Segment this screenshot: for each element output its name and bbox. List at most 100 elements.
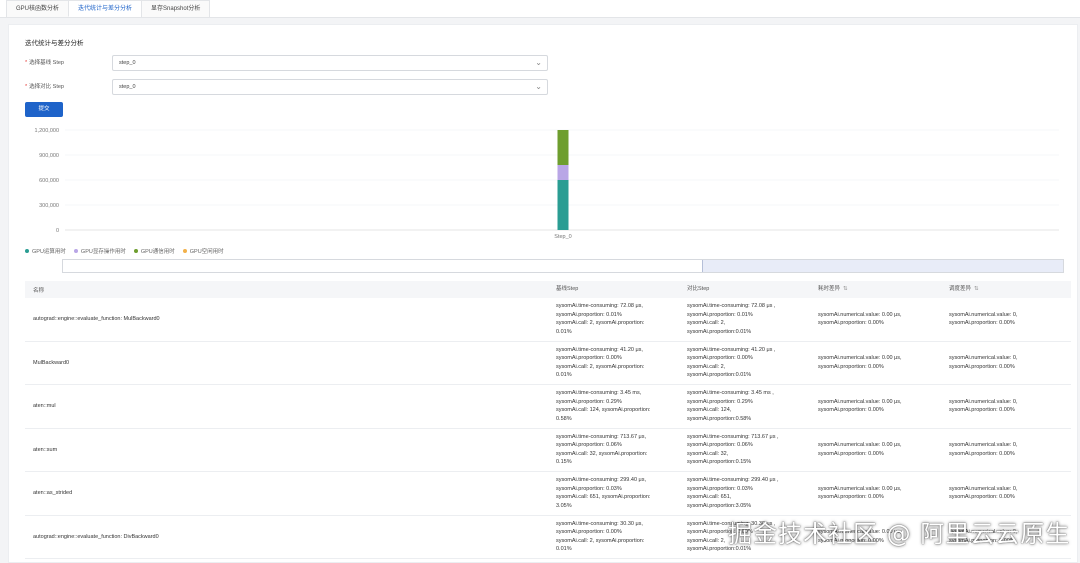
cell-time-diff: sysomAi.numerical.value: 0.00 μs, sysomAi… (810, 441, 941, 458)
cell-baseline-line: sysomAi.call: 32, sysomAi.proportion: (556, 450, 648, 457)
cell-compare-line: sysomAi.proportion: 0.06% (687, 442, 753, 449)
cell-time-diff: sysomAi.numerical.value: 0.00 μs, sysomAi… (810, 354, 941, 371)
legend-dot-icon (73, 249, 78, 253)
bar-segment-2 (557, 165, 569, 180)
cell-compare-line: sysomAi.call: 2, (687, 320, 726, 327)
cell-baseline-line: sysomAi.call: 2, sysomAi.proportion: (556, 363, 645, 370)
chart-legend: GPU运算用时 GPU显存操作用时 GPU通信用时 GPU空闲用时 (25, 247, 224, 255)
cell-baseline-line: 0.01% (556, 328, 572, 335)
cell-compare-line: sysomAi.proportion: 0.00% (687, 355, 753, 362)
cell-baseline-line: sysomAi.time-consuming: 72.08 μs, (556, 303, 643, 310)
cell-baseline-line: 3.05% (556, 502, 572, 509)
cell-time-diff-line: sysomAi.numerical.value: 0.00 μs, (818, 311, 902, 318)
cell-compare-line: sysomAi.proportion: 0.01% (687, 311, 753, 318)
cell-compare: sysomAi.time-consuming: 3.45 ms , sysomAi… (679, 389, 810, 423)
cell-time-diff-line: sysomAi.numerical.value: 0.00 μs, (818, 398, 902, 405)
cell-schedule-diff-line: sysomAi.numerical.value: 0, (949, 311, 1018, 318)
cell-compare: sysomAi.time-consuming: 72.08 μs , sysomA… (679, 302, 810, 336)
cell-compare-line: sysomAi.proportion:0.01% (687, 328, 752, 335)
cell-time-diff-line: sysomAi.proportion: 0.00% (818, 494, 884, 501)
legend-item[interactable]: GPU空闲用时 (182, 247, 224, 255)
x-tick-label: Step_0 (554, 234, 571, 240)
cell-schedule-diff-line: sysomAi.proportion: 0.00% (949, 320, 1015, 327)
cell-baseline-line: sysomAi.time-consuming: 41.20 μs, (556, 346, 643, 353)
cell-compare-line: sysomAi.time-consuming: 299.40 μs , (687, 477, 779, 484)
sort-icon[interactable]: ⇅ (974, 286, 979, 292)
cell-compare-line: sysomAi.proportion:0.15% (687, 459, 752, 466)
data-zoom-selection[interactable] (702, 260, 1063, 272)
cell-baseline-line: 0.58% (556, 415, 572, 422)
cell-baseline: sysomAi.time-consuming: 30.30 μs, sysomAi… (548, 520, 679, 554)
cell-compare-line: sysomAi.proportion: 0.03% (687, 485, 753, 492)
sort-icon[interactable]: ⇅ (843, 286, 848, 292)
cell-time-diff: sysomAi.numerical.value: 0.00 μs, sysomAi… (810, 485, 941, 502)
cell-schedule-diff-line: sysomAi.numerical.value: 0, (949, 355, 1018, 362)
header-schedule-diff[interactable]: 调度差异 ⇅ (941, 285, 1071, 294)
cell-baseline-line: 0.15% (556, 459, 572, 466)
legend-item[interactable]: GPU显存操作用时 (73, 247, 126, 255)
cell-name: autograd::engine::evaluate_function: Mul… (33, 316, 160, 323)
cell-baseline: sysomAi.time-consuming: 713.67 μs, sysomA… (548, 433, 679, 467)
legend-dot-icon (25, 249, 29, 253)
cell-baseline-line: 0.01% (556, 372, 572, 379)
legend-label: GPU运算用时 (32, 249, 66, 255)
cell-time-diff-line: sysomAi.numerical.value: 0.00 μs, (818, 442, 902, 449)
cell-compare: sysomAi.time-consuming: 299.40 μs , sysom… (679, 476, 810, 510)
baseline-step-select[interactable]: step_0 ⌄ (112, 55, 548, 71)
cell-schedule-diff: sysomAi.numerical.value: 0, sysomAi.propo… (941, 441, 1071, 458)
cell-baseline-line: sysomAi.time-consuming: 299.40 μs, (556, 477, 646, 484)
cell-schedule-diff: sysomAi.numerical.value: 0, sysomAi.propo… (941, 354, 1071, 371)
cell-time-diff-line: sysomAi.numerical.value: 0.00 μs, (818, 355, 902, 362)
cell-name: aten::mul (33, 403, 56, 410)
cell-baseline-line: sysomAi.proportion: 0.00% (556, 355, 622, 362)
cell-time-diff-line: sysomAi.proportion: 0.00% (818, 450, 884, 457)
cell-baseline-line: sysomAi.proportion: 0.03% (556, 485, 622, 492)
cell-name: autograd::engine::evaluate_function: Div… (33, 533, 159, 540)
tab-memory-snapshot[interactable]: 显存Snapshot分析 (141, 0, 211, 17)
bar-segment-3 (557, 130, 569, 165)
cell-schedule-diff-line: sysomAi.numerical.value: 0, (949, 442, 1018, 449)
cell-baseline-line: sysomAi.proportion: 0.00% (556, 529, 622, 536)
cell-baseline-line: sysomAi.time-consuming: 30.30 μs, (556, 520, 643, 527)
cell-baseline: sysomAi.time-consuming: 72.08 μs, sysomAi… (548, 302, 679, 336)
cell-name: aten::as_strided (33, 490, 73, 497)
cell-time-diff-line: sysomAi.proportion: 0.00% (818, 363, 884, 370)
cell-time-diff-line: sysomAi.numerical.value: 0.00 μs, (818, 485, 902, 492)
cell-compare-line: sysomAi.time-consuming: 72.08 μs , (687, 303, 776, 310)
cell-baseline-line: sysomAi.call: 2, sysomAi.proportion: (556, 537, 645, 544)
tab-gpu-kernel[interactable]: GPU核函数分析 (6, 0, 70, 17)
tab-bar: GPU核函数分析 迭代统计与差分分析 显存Snapshot分析 (0, 0, 1080, 18)
page-title: 迭代统计与差分分析 (25, 40, 84, 47)
legend-item[interactable]: GPU通信用时 (133, 247, 175, 255)
legend-label: GPU显存操作用时 (80, 249, 126, 255)
cell-schedule-diff-line: sysomAi.proportion: 0.00% (949, 407, 1015, 414)
chevron-down-icon: ⌄ (535, 82, 542, 91)
cell-compare-line: sysomAi.call: 124, (687, 407, 732, 414)
cell-baseline-line: sysomAi.proportion: 0.29% (556, 398, 622, 405)
table-row: aten::mul sysomAi.time-consuming: 3.45 ms… (25, 385, 1071, 429)
header-compare: 对比Step (687, 286, 710, 293)
submit-button[interactable]: 提交 (25, 102, 63, 117)
compare-step-select[interactable]: step_0 ⌄ (112, 79, 548, 95)
cell-baseline-line: sysomAi.time-consuming: 713.67 μs, (556, 433, 646, 440)
cell-compare: sysomAi.time-consuming: 713.67 μs , sysom… (679, 433, 810, 467)
cell-time-diff-line: sysomAi.proportion: 0.00% (818, 320, 884, 327)
cell-baseline-line: sysomAi.proportion: 0.01% (556, 311, 622, 318)
header-time-diff[interactable]: 耗时差异 ⇅ (810, 285, 941, 294)
cell-schedule-diff: sysomAi.numerical.value: 0, sysomAi.propo… (941, 485, 1071, 502)
cell-schedule-diff-line: sysomAi.numerical.value: 0, (949, 398, 1018, 405)
cell-schedule-diff-line: sysomAi.numerical.value: 0, (949, 485, 1018, 492)
legend-dot-icon (133, 249, 138, 253)
cell-name: MulBackward0 (33, 359, 70, 366)
cell-compare-line: sysomAi.proportion:3.05% (687, 502, 752, 509)
tab-iteration-diff[interactable]: 迭代统计与差分分析 (68, 0, 143, 17)
cell-baseline: sysomAi.time-consuming: 3.45 ms, sysomAi.… (548, 389, 679, 423)
bar-segment-1 (557, 180, 569, 230)
legend-item[interactable]: GPU运算用时 (25, 247, 66, 255)
compare-step-label: * 选择对比 Step (25, 84, 64, 90)
cell-compare-line: sysomAi.proportion: 0.29% (687, 398, 753, 405)
data-zoom-slider[interactable] (62, 259, 1064, 273)
chevron-down-icon: ⌄ (535, 58, 542, 67)
cell-compare-line: sysomAi.call: 32, (687, 450, 729, 457)
cell-baseline-line: 0.01% (556, 546, 572, 553)
